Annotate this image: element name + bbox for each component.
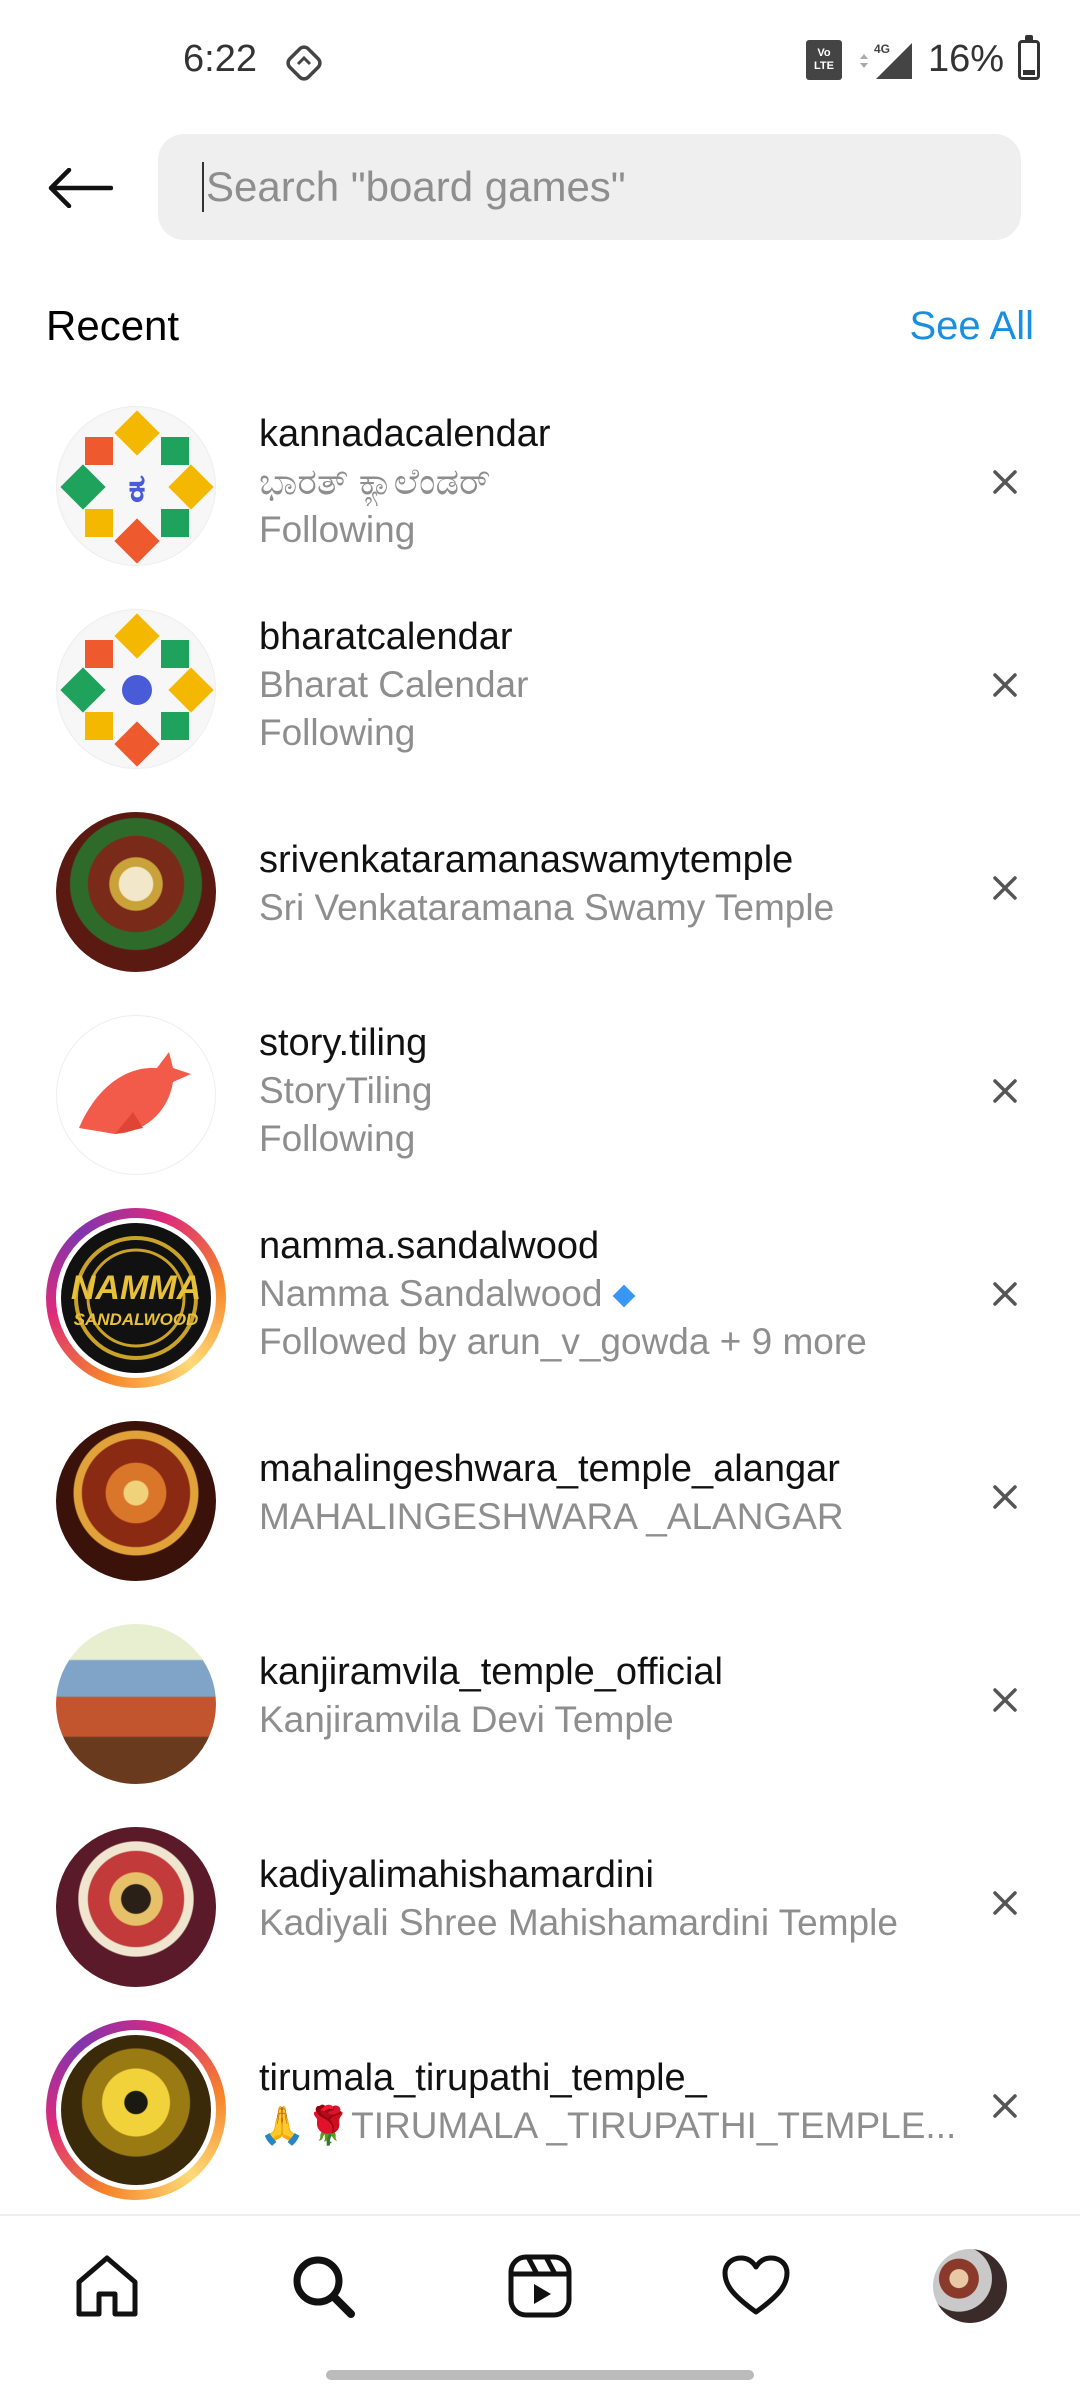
logo-text-top: NAMMA [71, 1269, 201, 1307]
follow-status: Following [259, 509, 416, 550]
avatar: ಕ [56, 406, 216, 566]
remove-button[interactable] [980, 1675, 1030, 1725]
heart-icon [722, 2255, 790, 2315]
see-all-link[interactable]: See All [909, 304, 1034, 349]
avatar [56, 1015, 216, 1175]
close-icon [993, 1688, 1017, 1712]
followed-by: Followed by arun_v_gowda + 9 more [259, 1321, 867, 1362]
list-item[interactable]: srivenkataramanaswamytemple Sri Venkatar… [0, 806, 1080, 986]
namma-sandalwood-logo: NAMMA SANDALWOOD [71, 1236, 201, 1360]
profile-avatar [933, 2249, 1007, 2323]
back-button[interactable] [40, 156, 120, 220]
verified-badge-icon [613, 1284, 636, 1308]
search-row [0, 134, 1080, 242]
text-caret [202, 162, 204, 212]
avatar [56, 1624, 216, 1784]
bharat-calendar-logo [59, 612, 215, 768]
list-item[interactable]: NAMMA SANDALWOOD namma.sandalwood Namma … [0, 1208, 1080, 1392]
sync-icon [286, 45, 322, 81]
follow-status: Following [259, 1118, 416, 1159]
list-item[interactable]: mahalingeshwara_temple_alangar MAHALINGE… [0, 1415, 1080, 1595]
avatar-story-ring: NAMMA SANDALWOOD [46, 1208, 226, 1388]
username: namma.sandalwood [259, 1225, 600, 1267]
gesture-home-bar[interactable] [326, 2370, 754, 2380]
nav-reels[interactable] [504, 2250, 576, 2322]
nav-profile[interactable] [932, 2248, 1008, 2324]
list-item[interactable]: bharatcalendar Bharat Calendar Following [0, 603, 1080, 783]
close-icon [993, 1485, 1017, 1509]
close-icon [993, 2094, 1017, 2118]
recent-header: Recent See All [46, 296, 1034, 356]
follow-status: Following [259, 712, 416, 753]
status-time: 6:22 [183, 38, 257, 80]
list-item[interactable]: kanjiramvila_temple_official Kanjiramvil… [0, 1618, 1080, 1798]
battery-percent: 16% [927, 38, 1004, 80]
username: srivenkataramanaswamytemple [259, 839, 794, 881]
bottom-nav [0, 2214, 1080, 2356]
remove-button[interactable] [980, 1066, 1030, 1116]
search-input[interactable] [206, 163, 966, 211]
list-item[interactable]: kadiyalimahishamardini Kadiyali Shree Ma… [0, 1821, 1080, 2001]
full-name: StoryTiling [259, 1070, 433, 1111]
home-icon [76, 2255, 138, 2317]
close-icon [993, 1891, 1017, 1915]
full-name: Namma Sandalwood [259, 1273, 603, 1314]
network-type: 4G [874, 42, 890, 56]
full-name: MAHALINGESHWARA _ALANGAR [259, 1496, 844, 1537]
list-item[interactable]: ಕ kannadacalendar ಭಾರತ್ ಕ್ಯಾಲೆಂಡರ್ Follo… [0, 400, 1080, 580]
full-name: ಭಾರತ್ ಕ್ಯಾಲೆಂಡರ್ [259, 461, 491, 502]
kannada-calendar-logo: ಕ [59, 409, 215, 565]
avatar [56, 1421, 216, 1581]
nav-home[interactable] [71, 2250, 143, 2322]
list-item[interactable]: tirumala_tirupathi_temple_ 🙏🌹TIRUMALA _T… [0, 2020, 1080, 2204]
username: kannadacalendar [259, 413, 551, 455]
nav-activity[interactable] [720, 2250, 792, 2322]
remove-button[interactable] [980, 2081, 1030, 2131]
logo-text-bottom: SANDALWOOD [74, 1310, 199, 1329]
avatar-letter: ಕ [128, 466, 145, 510]
close-icon [993, 876, 1017, 900]
remove-button[interactable] [980, 1472, 1030, 1522]
close-icon [993, 1079, 1017, 1103]
username: mahalingeshwara_temple_alangar [259, 1448, 840, 1490]
close-icon [993, 1282, 1017, 1306]
avatar-story-ring [46, 2020, 226, 2200]
full-name: Sri Venkataramana Swamy Temple [259, 887, 835, 928]
remove-button[interactable] [980, 457, 1030, 507]
volte-icon: Vo LTE [805, 39, 842, 80]
battery-icon [1018, 34, 1040, 80]
reels-icon [508, 2254, 572, 2318]
remove-button[interactable] [980, 863, 1030, 913]
list-item[interactable]: story.tiling StoryTiling Following [0, 1009, 1080, 1189]
signal-icon: 4G [859, 42, 912, 79]
full-name: Kanjiramvila Devi Temple [259, 1699, 674, 1740]
username: kadiyalimahishamardini [259, 1854, 654, 1896]
remove-button[interactable] [980, 660, 1030, 710]
avatar [56, 812, 216, 972]
username: bharatcalendar [259, 616, 513, 658]
remove-button[interactable] [980, 1269, 1030, 1319]
username: tirumala_tirupathi_temple_ [259, 2057, 707, 2099]
search-icon [293, 2256, 355, 2318]
full-name: Bharat Calendar [259, 664, 529, 705]
status-bar: 6:22 Vo LTE 4G 16% [0, 0, 1080, 120]
username: story.tiling [259, 1022, 428, 1064]
nav-search[interactable] [287, 2250, 359, 2322]
avatar [56, 609, 216, 769]
search-field[interactable] [158, 134, 1021, 240]
recent-title: Recent [46, 302, 180, 349]
bird-logo-icon [79, 1052, 191, 1134]
remove-button[interactable] [980, 1878, 1030, 1928]
back-arrow-icon [48, 168, 113, 208]
close-icon [993, 673, 1017, 697]
close-icon [993, 470, 1017, 494]
full-name: 🙏🌹TIRUMALA _TIRUPATHI_TEMPLE... [259, 2105, 957, 2146]
username: kanjiramvila_temple_official [259, 1651, 723, 1693]
avatar [56, 1827, 216, 1987]
full-name: Kadiyali Shree Mahishamardini Temple [259, 1902, 898, 1943]
